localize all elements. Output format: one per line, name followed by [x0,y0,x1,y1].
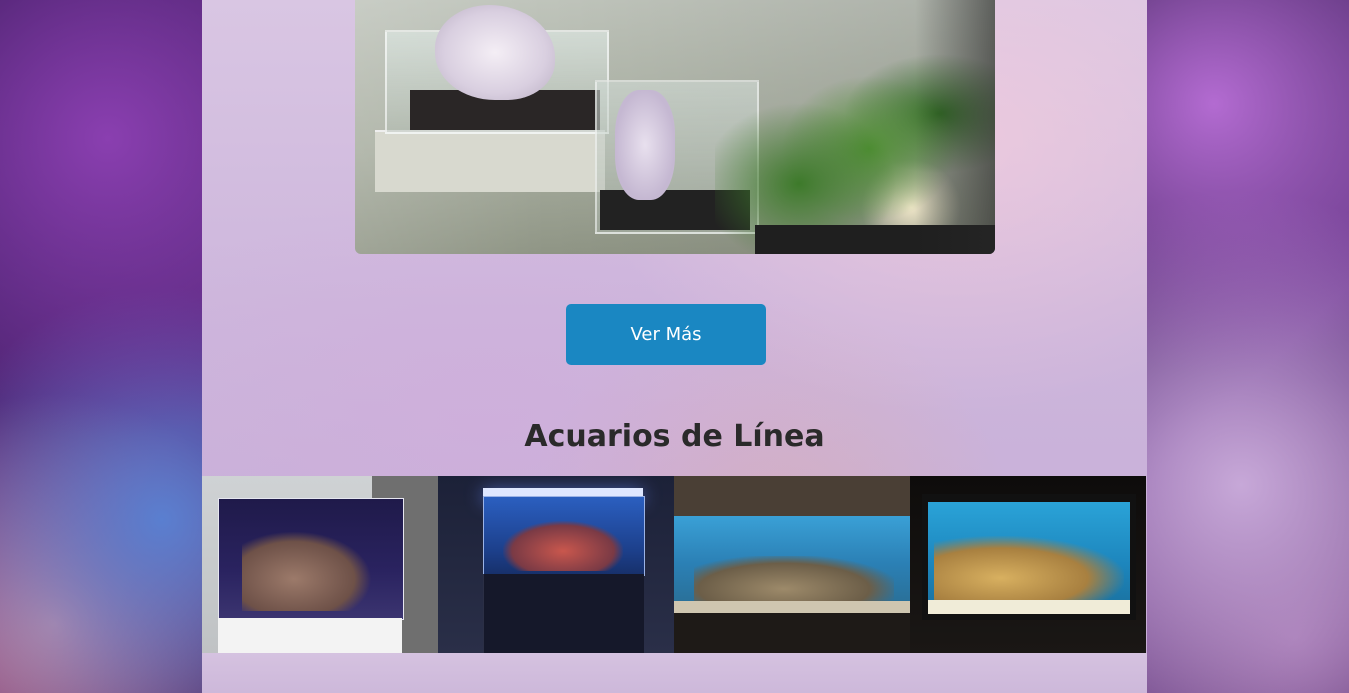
thumb-cabinet [674,613,910,653]
aquarium-gallery [202,476,1147,653]
gallery-item-1[interactable] [202,476,438,653]
thumb-cabinet [218,618,402,653]
video-rock [615,90,675,200]
content-panel: Ver Más Acuarios de Línea [202,0,1147,693]
video-shadow [915,0,995,254]
thumb-rock [934,536,1124,606]
featured-video[interactable] [355,0,995,254]
gallery-item-2[interactable] [438,476,674,653]
thumb-sand [674,601,910,613]
thumb-top [674,476,910,516]
section-title: Acuarios de Línea [524,419,825,454]
thumb-sand [928,600,1130,614]
thumb-rock [503,521,623,571]
gallery-item-4[interactable] [910,476,1146,653]
next-section-start [202,653,1147,693]
thumb-rock [242,531,372,611]
gallery-item-3[interactable] [674,476,910,653]
thumb-cabinet [483,574,644,653]
thumb-light [483,488,643,496]
video-step [375,130,605,192]
see-more-button[interactable]: Ver Más [566,304,766,365]
